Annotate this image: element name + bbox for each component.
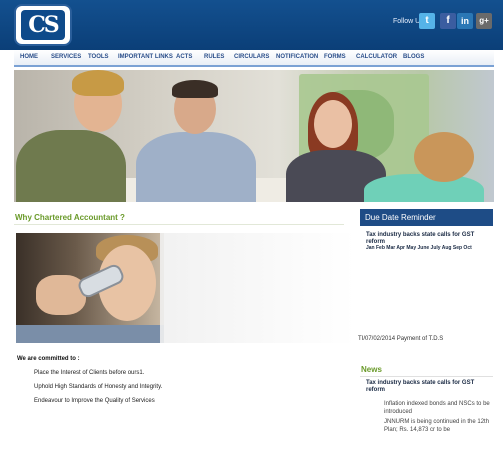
nav-item-services[interactable]: SERVICES (51, 54, 81, 60)
person-2-body (136, 132, 256, 202)
nav-item-acts[interactable]: ACTS (176, 54, 192, 60)
person-4-head (414, 132, 474, 182)
person-1-hair (72, 70, 124, 96)
nav-item-tools[interactable]: TOOLS (88, 54, 109, 60)
person-4-body (364, 174, 484, 202)
nav-item-notification[interactable]: NOTIFICATION (276, 54, 318, 60)
nav-item-circulars[interactable]: CIRCULARS (234, 54, 269, 60)
accountant-photo (16, 233, 164, 343)
nav-item-important-links[interactable]: IMPORTANT LINKS (118, 54, 173, 60)
page: CS Follow Us t f in g+ HOME SERVICES TOO… (0, 0, 503, 475)
section-divider (14, 224, 344, 225)
person-2-hair (172, 80, 218, 98)
committed-title: We are committed to : (17, 356, 80, 362)
news-divider (360, 376, 493, 377)
site-logo[interactable]: CS (14, 4, 72, 46)
due-date-entry: TI/07/02/2014 Payment of T.D.S (358, 336, 444, 342)
due-date-title-link[interactable]: Tax industry backs state calls for GST r… (366, 232, 494, 246)
month-selector[interactable]: Jan Feb Mar Apr May June July Aug Sep Oc… (366, 245, 472, 251)
hero-banner-image (14, 70, 494, 202)
photo-shirt (16, 325, 164, 343)
nav-item-calculator[interactable]: CALCULATOR (356, 54, 397, 60)
nav-item-blogs[interactable]: BLOGS (403, 54, 424, 60)
person-3-head (314, 100, 352, 148)
section-title: Why Chartered Accountant ? (15, 213, 125, 222)
person-1-body (16, 130, 126, 202)
committed-item: Endeavour to Improve the Quality of Serv… (34, 398, 155, 404)
nav-item-forms[interactable]: FORMS (324, 54, 346, 60)
nav-item-home[interactable]: HOME (20, 54, 38, 60)
logo-mark: CS (21, 10, 65, 40)
committed-item: Uphold High Standards of Honesty and Int… (34, 384, 163, 390)
nav-item-rules[interactable]: RULES (204, 54, 224, 60)
site-header: CS Follow Us t f in g+ (0, 0, 503, 50)
due-date-heading: Due Date Reminder (360, 209, 493, 226)
googleplus-icon[interactable]: g+ (476, 13, 492, 29)
news-item[interactable]: JNNURM is being continued in the 12th Pl… (384, 418, 494, 434)
main-nav: HOME SERVICES TOOLS IMPORTANT LINKS ACTS… (14, 50, 494, 67)
photo-fade (160, 233, 355, 343)
twitter-icon[interactable]: t (419, 13, 435, 29)
facebook-icon[interactable]: f (440, 13, 456, 29)
committed-item: Place the Interest of Clients before our… (34, 370, 145, 376)
news-heading: News (361, 365, 382, 374)
news-title-link[interactable]: Tax industry backs state calls for GST r… (366, 380, 494, 394)
linkedin-icon[interactable]: in (457, 13, 473, 29)
news-item[interactable]: Inflation indexed bonds and NSCs to be i… (384, 400, 494, 416)
